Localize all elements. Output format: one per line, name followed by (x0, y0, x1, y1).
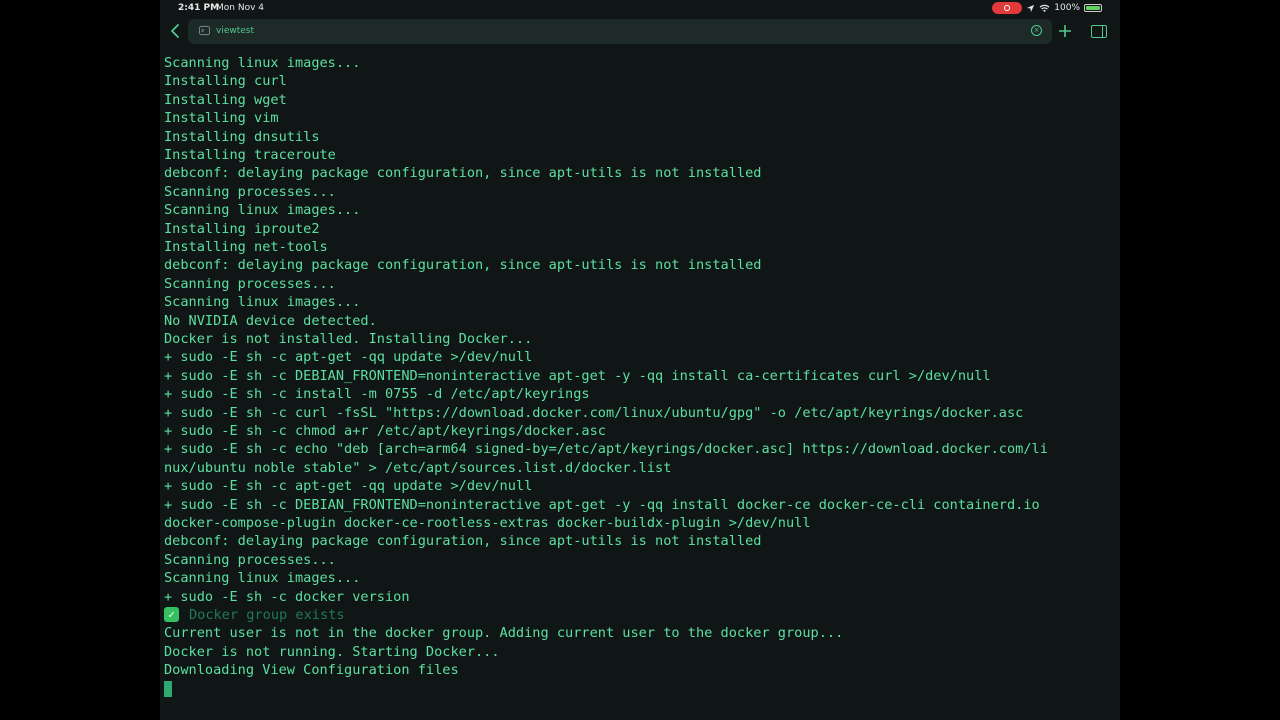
browser-toolbar: viewtest × (160, 17, 1120, 47)
terminal-line-text: Installing vim (164, 110, 279, 127)
terminal-line: Scanning processes... (164, 183, 336, 201)
terminal-line-text: Installing wget (164, 91, 287, 108)
terminal-line: + sudo -E sh -c apt-get -qq update >/dev… (164, 477, 532, 495)
terminal-line-text: debconf: delaying package configuration,… (164, 165, 762, 182)
location-icon (1027, 4, 1035, 12)
sidebar-toggle-icon[interactable] (1091, 25, 1107, 38)
terminal-line: Scanning linux images... (164, 201, 360, 219)
terminal-line-text: Docker is not installed. Installing Dock… (164, 331, 533, 347)
terminal-line: Scanning linux images... (164, 293, 360, 311)
battery-icon (1084, 4, 1102, 12)
chevron-left-icon (171, 24, 179, 38)
terminal-line: + sudo -E sh -c curl -fsSL "https://down… (164, 404, 1023, 422)
terminal-line: + sudo -E sh -c chmod a+r /etc/apt/keyri… (164, 422, 606, 440)
terminal-line-text: Installing net-tools (164, 239, 328, 255)
terminal-line: Docker is not running. Starting Docker..… (164, 643, 500, 661)
status-indicators: 100% (992, 2, 1102, 14)
terminal-line-text: nux/ubuntu noble stable" > /etc/apt/sour… (164, 459, 672, 476)
terminal-line: + sudo -E sh -c DEBIAN_FRONTEND=noninter… (164, 496, 1040, 514)
status-bar: 2:41 PM Mon Nov 4 100% (160, 0, 1120, 17)
terminal-line-text: Scanning linux images... (164, 202, 361, 219)
back-button[interactable] (170, 23, 186, 41)
terminal-line: Scanning processes... (164, 551, 336, 569)
terminal-line: Downloading View Configuration files (164, 661, 459, 679)
terminal-output[interactable]: Scanning linux images... Installing curl I… (164, 54, 1116, 714)
terminal-line: Installing iproute2 (164, 220, 320, 238)
new-tab-button[interactable] (1058, 21, 1072, 41)
terminal-line: + sudo -E sh -c apt-get -qq update >/dev… (164, 348, 532, 366)
terminal-line-text: + sudo -E sh -c chmod a+r /etc/apt/keyri… (164, 423, 606, 439)
plus-icon (1059, 25, 1071, 37)
terminal-line-text: + sudo -E sh -c docker version (164, 588, 410, 605)
terminal-cursor (164, 680, 172, 697)
terminal-line-text: Scanning processes... (164, 551, 336, 568)
terminal-line: debconf: delaying package configuration,… (164, 532, 761, 550)
terminal-line-text: Installing iproute2 (164, 220, 320, 237)
status-date: Mon Nov 4 (216, 3, 264, 13)
terminal-line-text: + sudo -E sh -c install -m 0755 -d /etc/… (164, 386, 590, 403)
check-mark-icon: ✓ (164, 606, 179, 622)
terminal-line: nux/ubuntu noble stable" > /etc/apt/sour… (164, 459, 671, 477)
terminal-line-text: Installing curl (164, 73, 287, 90)
terminal-line-text: debconf: delaying package configuration,… (164, 257, 762, 274)
terminal-line-text: docker-compose-plugin docker-ce-rootless… (164, 515, 811, 531)
terminal-line: Installing net-tools (164, 238, 328, 256)
terminal-line-text: + sudo -E sh -c echo "deb [arch=arm64 si… (164, 441, 1048, 458)
wifi-icon (1039, 4, 1050, 12)
terminal-line-text: Docker is not running. Starting Docker..… (164, 643, 500, 660)
terminal-line: Docker is not installed. Installing Dock… (164, 330, 532, 348)
terminal-line-text: Downloading View Configuration files (164, 662, 459, 679)
terminal-line: No NVIDIA device detected. (164, 312, 377, 330)
terminal-line: Scanning linux images... (164, 54, 360, 72)
terminal-line-text: + sudo -E sh -c DEBIAN_FRONTEND=noninter… (164, 496, 1040, 513)
terminal-line: debconf: delaying package configuration,… (164, 256, 761, 274)
terminal-line: + sudo -E sh -c docker version (164, 588, 410, 606)
terminal-line: + sudo -E sh -c DEBIAN_FRONTEND=noninter… (164, 367, 991, 385)
terminal-line-text: Installing dnsutils (164, 128, 320, 145)
terminal-line: + sudo -E sh -c echo "deb [arch=arm64 si… (164, 440, 1048, 458)
terminal-line: Installing wget (164, 91, 287, 109)
terminal-line: Installing traceroute (164, 146, 336, 164)
terminal-line: docker-compose-plugin docker-ce-rootless… (164, 514, 811, 532)
status-time: 2:41 PM (178, 3, 220, 13)
terminal-line-text: Scanning linux images... (164, 570, 361, 587)
terminal-line: debconf: delaying package configuration,… (164, 164, 761, 182)
terminal-line-text: Scanning processes... (164, 275, 336, 292)
terminal-line-text: Scanning linux images... (164, 294, 361, 311)
terminal-line: Installing curl (164, 72, 287, 90)
battery-percent: 100% (1054, 3, 1080, 13)
ipad-screen: 2:41 PM Mon Nov 4 100% viewtest × Scanni… (160, 0, 1120, 720)
terminal-line-text: + sudo -E sh -c curl -fsSL "https://down… (164, 404, 1024, 421)
terminal-line-text: + sudo -E sh -c apt-get -qq update >/dev… (164, 478, 533, 495)
terminal-line-text: + sudo -E sh -c apt-get -qq update >/dev… (164, 349, 533, 366)
address-text: viewtest (216, 26, 255, 36)
terminal-line-text: Current user is not in the docker group.… (164, 625, 844, 642)
clear-address-icon[interactable]: × (1031, 25, 1042, 36)
terminal-line-text: Docker group exists (189, 607, 345, 623)
terminal-line-text: debconf: delaying package configuration,… (164, 533, 762, 550)
terminal-line-text: No NVIDIA device detected. (164, 312, 377, 329)
terminal-line: ✓ Docker group exists (164, 606, 345, 624)
terminal-line-text: + sudo -E sh -c DEBIAN_FRONTEND=noninter… (164, 367, 991, 384)
terminal-line: + sudo -E sh -c install -m 0755 -d /etc/… (164, 385, 590, 403)
screen-recording-icon[interactable] (992, 2, 1023, 14)
terminal-line-text: Scanning linux images... (164, 55, 361, 71)
terminal-icon (199, 25, 211, 37)
terminal-line: Scanning processes... (164, 275, 336, 293)
terminal-line: Current user is not in the docker group.… (164, 624, 843, 642)
address-bar[interactable]: viewtest × (188, 19, 1052, 44)
terminal-line-text: Scanning processes... (164, 183, 336, 200)
terminal-line: Scanning linux images... (164, 569, 360, 587)
terminal-line-text: Installing traceroute (164, 147, 336, 163)
terminal-line: Installing vim (164, 109, 279, 127)
terminal-line: Installing dnsutils (164, 128, 320, 146)
